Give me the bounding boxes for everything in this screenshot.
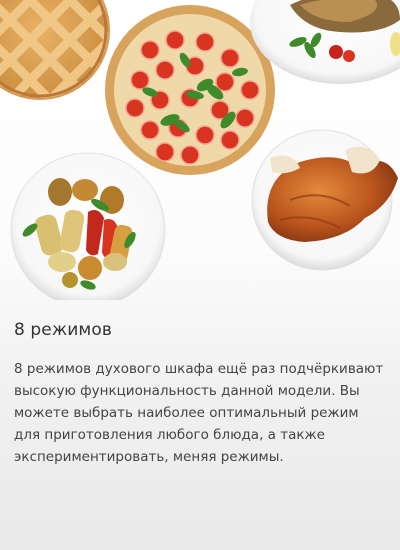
feature-card: 8 режимов 8 режимов духового шкафа ещё р… [14, 320, 386, 468]
tomato-pizza-image [105, 5, 275, 175]
feature-description: 8 режимов духового шкафа ещё раз подчёрк… [14, 361, 384, 465]
feature-title: 8 режимов [14, 320, 112, 340]
roasted-duck-image [251, 129, 398, 271]
food-illustration [0, 0, 400, 300]
grilled-vegetables-image [10, 152, 166, 300]
